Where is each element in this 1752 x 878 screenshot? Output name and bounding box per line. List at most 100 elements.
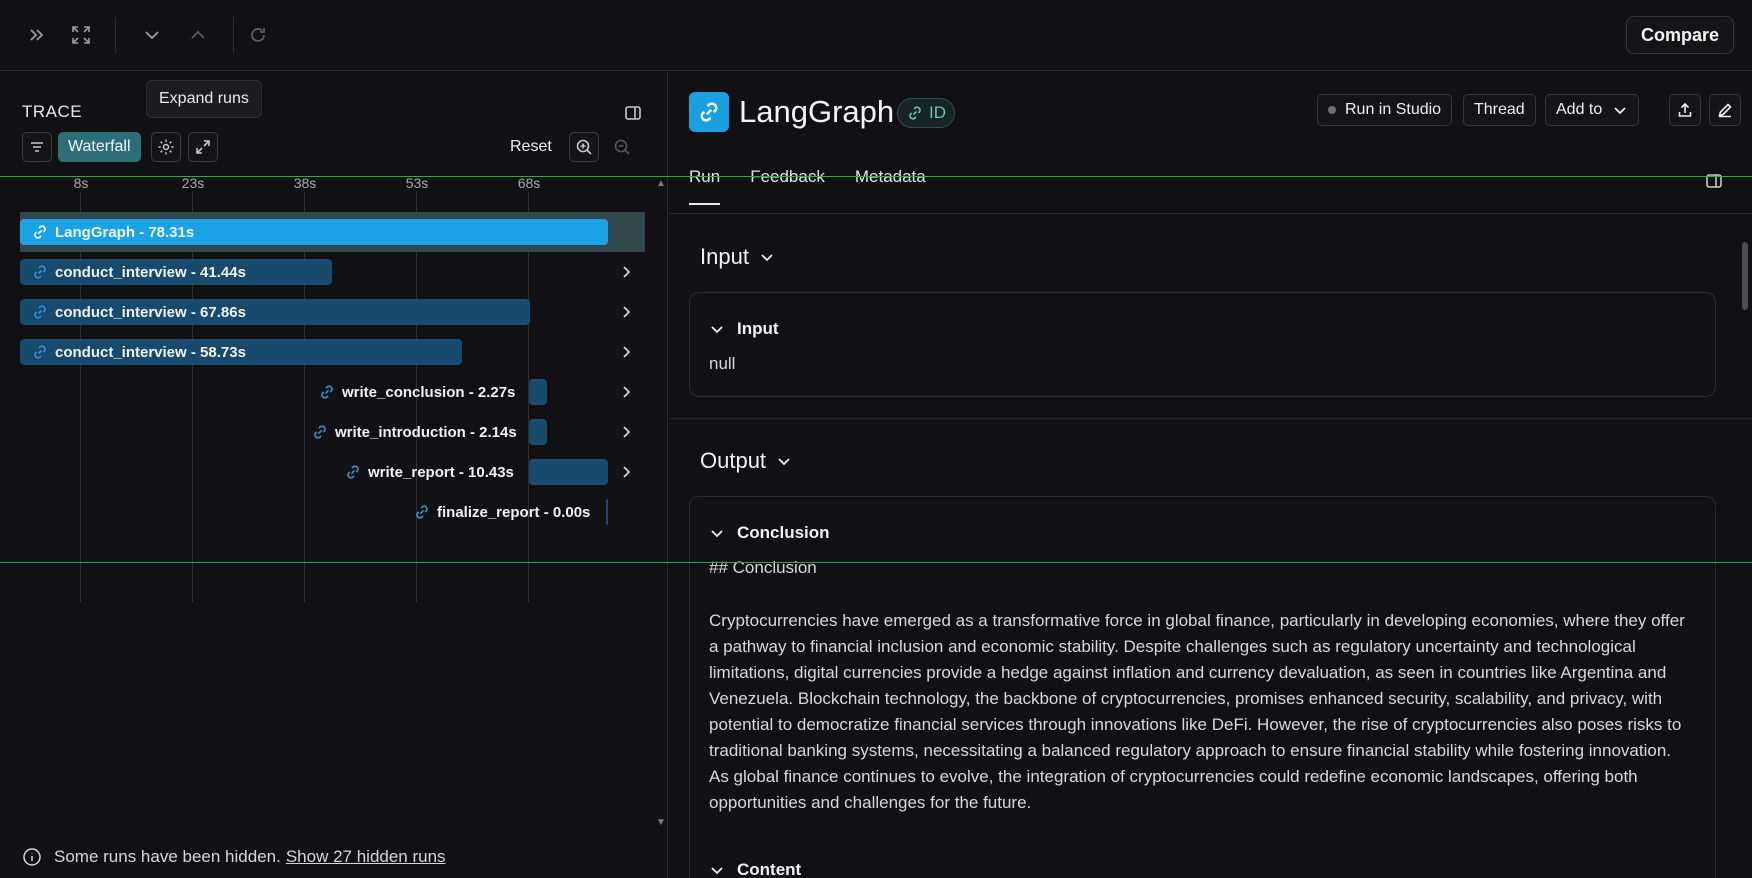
run-bar-write-report[interactable] xyxy=(529,459,608,485)
run-label-text: write_report - 10.43s xyxy=(368,463,514,481)
thread-button[interactable]: Thread xyxy=(1463,94,1536,126)
info-icon xyxy=(23,848,41,866)
chevron-right-icon[interactable] xyxy=(616,302,636,322)
link-icon xyxy=(347,465,359,479)
top-toolbar: Compare xyxy=(0,0,1752,71)
tab-run[interactable]: Run xyxy=(689,167,721,205)
right-scrollbar[interactable] xyxy=(1742,232,1748,852)
zoom-out-icon[interactable] xyxy=(607,132,637,162)
toggle-sidebar-icon[interactable] xyxy=(1699,166,1729,196)
id-badge-label: ID xyxy=(929,103,946,122)
run-label[interactable]: write_conclusion - 2.27s xyxy=(318,379,515,405)
chevron-down-icon xyxy=(778,458,790,466)
chevron-down-icon xyxy=(711,867,723,875)
link-icon xyxy=(34,225,46,239)
conclusion-title: Conclusion xyxy=(737,523,830,542)
input-subsection-toggle[interactable]: Input xyxy=(709,319,779,339)
run-label-text: LangGraph - 78.31s xyxy=(55,223,195,241)
fullscreen-icon[interactable] xyxy=(64,18,98,52)
langgraph-logo-icon xyxy=(689,92,729,132)
refresh-icon[interactable] xyxy=(241,18,275,52)
compare-button[interactable]: Compare xyxy=(1625,16,1734,54)
id-badge[interactable]: ID xyxy=(897,98,955,128)
hidden-runs-text: Some runs have been hidden. xyxy=(54,847,281,866)
chevron-right-icon[interactable] xyxy=(616,462,636,482)
trace-panel: TRACE Expand runs Waterfall Reset 8s 23s… xyxy=(0,72,668,878)
run-label-text: conduct_interview - 41.44s xyxy=(55,263,246,281)
chevron-down-icon[interactable] xyxy=(135,18,169,52)
axis-tick: 23s xyxy=(181,175,205,191)
run-label[interactable]: conduct_interview - 41.44s xyxy=(31,259,246,285)
run-label-text: conduct_interview - 67.86s xyxy=(55,303,246,321)
axis-tick: 53s xyxy=(405,175,429,191)
link-icon xyxy=(34,345,46,359)
chevron-up-icon[interactable] xyxy=(181,18,215,52)
link-icon xyxy=(321,385,333,399)
run-label-text: finalize_report - 0.00s xyxy=(437,503,591,521)
axis-tick: 8s xyxy=(73,175,89,191)
show-hidden-runs-link[interactable]: Show 27 hidden runs xyxy=(286,847,446,867)
add-to-button[interactable]: Add to xyxy=(1545,94,1640,126)
run-in-studio-label: Run in Studio xyxy=(1345,101,1442,118)
chevron-down-icon xyxy=(711,326,723,334)
run-label-text: conduct_interview - 58.73s xyxy=(55,343,246,361)
edit-pencil-icon[interactable] xyxy=(1709,94,1741,126)
waterfall-toggle[interactable]: Waterfall xyxy=(58,132,141,162)
add-to-label: Add to xyxy=(1556,101,1603,118)
run-label[interactable]: conduct_interview - 67.86s xyxy=(31,299,246,325)
output-section-title: Output xyxy=(700,448,767,473)
run-label[interactable]: write_report - 10.43s xyxy=(344,459,514,485)
conclusion-text: Cryptocurrencies have emerged as a trans… xyxy=(709,611,1685,812)
conclusion-heading: ## Conclusion xyxy=(709,558,817,577)
conclusion-toggle[interactable]: Conclusion xyxy=(709,523,830,543)
collapse-panel-icon[interactable] xyxy=(20,18,54,52)
tab-metadata[interactable]: Metadata xyxy=(855,167,926,205)
input-subsection-title: Input xyxy=(737,319,779,338)
settings-gear-icon[interactable] xyxy=(151,132,181,162)
run-label[interactable]: LangGraph - 78.31s xyxy=(31,219,194,245)
toggle-panel-icon[interactable] xyxy=(618,98,648,128)
chevron-right-icon[interactable] xyxy=(616,262,636,282)
run-bar-finalize-report[interactable] xyxy=(606,499,608,525)
link-icon xyxy=(34,265,46,279)
axis-tick: 38s xyxy=(293,175,317,191)
share-upload-icon[interactable] xyxy=(1669,94,1701,126)
run-label[interactable]: finalize_report - 0.00s xyxy=(413,499,590,525)
run-bar-write-conclusion[interactable] xyxy=(529,379,547,405)
input-section-title: Input xyxy=(700,244,749,269)
scroll-up-arrow[interactable]: ▲ xyxy=(656,178,666,189)
content-title: Content xyxy=(737,860,802,878)
link-icon xyxy=(416,505,428,519)
trace-title: TRACE xyxy=(22,102,83,121)
input-card xyxy=(689,292,1716,397)
link-icon xyxy=(909,106,921,120)
input-section-toggle[interactable]: Input xyxy=(700,244,776,270)
chevron-right-icon[interactable] xyxy=(616,342,636,362)
input-value: null xyxy=(709,354,736,373)
status-dot xyxy=(1328,106,1336,114)
link-icon xyxy=(34,305,46,319)
tab-feedback[interactable]: Feedback xyxy=(750,167,825,205)
chevron-down-icon xyxy=(761,254,773,262)
output-section-toggle[interactable]: Output xyxy=(700,448,793,474)
link-icon xyxy=(314,425,326,439)
run-label[interactable]: write_introduction - 2.14s xyxy=(311,419,517,445)
scrollbar-thumb[interactable] xyxy=(1742,242,1748,310)
scroll-down-arrow[interactable]: ▼ xyxy=(656,817,666,828)
chevron-right-icon[interactable] xyxy=(616,382,636,402)
expand-runs-tooltip: Expand runs xyxy=(146,80,262,118)
run-label[interactable]: conduct_interview - 58.73s xyxy=(31,339,246,365)
filter-icon[interactable] xyxy=(22,132,52,162)
expand-icon[interactable] xyxy=(188,132,218,162)
content-toggle[interactable]: Content xyxy=(709,860,801,878)
chevron-right-icon[interactable] xyxy=(616,422,636,442)
run-bar-write-introduction[interactable] xyxy=(529,419,547,445)
run-label-text: write_conclusion - 2.27s xyxy=(342,383,516,401)
run-in-studio-button[interactable]: Run in Studio xyxy=(1317,94,1453,126)
zoom-in-icon[interactable] xyxy=(569,132,599,162)
run-detail-panel: LangGraph ID Run in Studio Thread Add to… xyxy=(669,72,1752,878)
reset-zoom-button[interactable]: Reset xyxy=(510,138,552,156)
chevron-down-icon xyxy=(711,530,723,538)
run-title: LangGraph xyxy=(739,94,895,129)
hidden-runs-notice: Some runs have been hidden. Show 27 hidd… xyxy=(22,847,446,867)
